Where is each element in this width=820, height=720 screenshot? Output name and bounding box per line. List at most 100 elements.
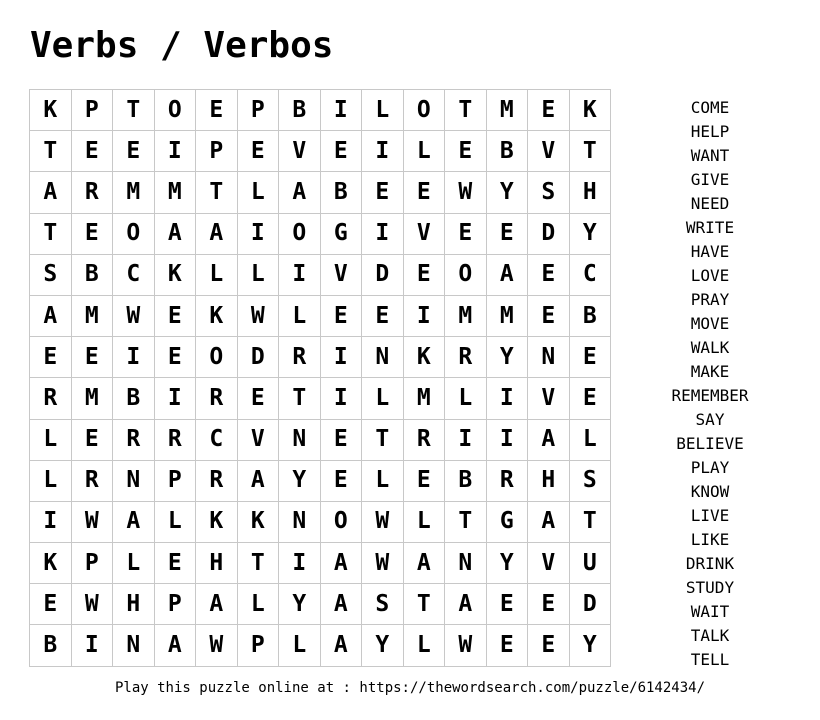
grid-cell[interactable]: S	[568, 459, 611, 502]
grid-cell[interactable]: M	[485, 294, 528, 338]
grid-cell[interactable]: T	[29, 212, 72, 255]
grid-cell[interactable]: A	[527, 500, 570, 544]
grid-cell[interactable]: V	[527, 377, 570, 420]
grid-cell[interactable]: M	[153, 171, 196, 214]
grid-cell[interactable]: E	[527, 294, 570, 338]
grid-cell[interactable]: B	[444, 459, 487, 502]
grid-cell[interactable]: I	[278, 542, 321, 585]
grid-cell[interactable]: N	[278, 500, 321, 544]
grid-cell[interactable]: E	[195, 88, 238, 132]
grid-cell[interactable]: E	[402, 253, 445, 296]
grid-cell[interactable]: K	[195, 500, 238, 544]
grid-cell[interactable]: R	[70, 459, 113, 502]
grid-cell[interactable]: R	[485, 459, 528, 502]
grid-cell[interactable]: P	[236, 624, 279, 667]
grid-cell[interactable]: R	[278, 336, 321, 379]
grid-cell[interactable]: I	[70, 624, 113, 667]
grid-cell[interactable]: I	[153, 130, 196, 173]
grid-cell[interactable]: R	[70, 171, 113, 214]
grid-cell[interactable]: R	[402, 418, 445, 461]
grid-cell[interactable]: I	[319, 88, 362, 132]
grid-cell[interactable]: A	[485, 253, 528, 296]
grid-cell[interactable]: R	[195, 459, 238, 502]
grid-cell[interactable]: K	[568, 88, 611, 132]
grid-cell[interactable]: L	[278, 624, 321, 667]
grid-cell[interactable]: Y	[278, 583, 321, 626]
grid-cell[interactable]: E	[568, 377, 611, 420]
grid-cell[interactable]: P	[195, 130, 238, 173]
grid-cell[interactable]: V	[527, 130, 570, 173]
grid-cell[interactable]: D	[236, 336, 279, 379]
grid-cell[interactable]: E	[70, 418, 113, 461]
grid-cell[interactable]: N	[527, 336, 570, 379]
grid-cell[interactable]: A	[153, 212, 196, 255]
grid-cell[interactable]: I	[485, 377, 528, 420]
grid-cell[interactable]: M	[485, 88, 528, 132]
grid-cell[interactable]: S	[361, 583, 404, 626]
grid-cell[interactable]: A	[29, 294, 72, 338]
grid-cell[interactable]: C	[568, 253, 611, 296]
grid-cell[interactable]: M	[70, 294, 113, 338]
grid-cell[interactable]: E	[402, 171, 445, 214]
grid-cell[interactable]: P	[153, 583, 196, 626]
grid-cell[interactable]: O	[195, 336, 238, 379]
grid-cell[interactable]: L	[29, 459, 72, 502]
grid-cell[interactable]: E	[70, 212, 113, 255]
grid-cell[interactable]: B	[319, 171, 362, 214]
grid-cell[interactable]: I	[319, 336, 362, 379]
grid-cell[interactable]: A	[319, 624, 362, 667]
grid-cell[interactable]: A	[153, 624, 196, 667]
grid-cell[interactable]: T	[112, 88, 155, 132]
grid-cell[interactable]: T	[402, 583, 445, 626]
grid-cell[interactable]: I	[485, 418, 528, 461]
grid-cell[interactable]: P	[70, 542, 113, 585]
grid-cell[interactable]: O	[402, 88, 445, 132]
grid-cell[interactable]: I	[361, 212, 404, 255]
grid-cell[interactable]: B	[568, 294, 611, 338]
grid-cell[interactable]: A	[444, 583, 487, 626]
grid-cell[interactable]: T	[444, 88, 487, 132]
grid-cell[interactable]: C	[195, 418, 238, 461]
grid-cell[interactable]: T	[278, 377, 321, 420]
grid-cell[interactable]: E	[153, 542, 196, 585]
grid-cell[interactable]: R	[112, 418, 155, 461]
grid-cell[interactable]: R	[29, 377, 72, 420]
grid-cell[interactable]: M	[402, 377, 445, 420]
grid-cell[interactable]: T	[236, 542, 279, 585]
grid-cell[interactable]: A	[402, 542, 445, 585]
grid-cell[interactable]: K	[236, 500, 279, 544]
grid-cell[interactable]: N	[444, 542, 487, 585]
grid-cell[interactable]: E	[527, 583, 570, 626]
grid-cell[interactable]: W	[236, 294, 279, 338]
grid-cell[interactable]: E	[70, 336, 113, 379]
grid-cell[interactable]: W	[70, 583, 113, 626]
grid-cell[interactable]: L	[29, 418, 72, 461]
grid-cell[interactable]: O	[153, 88, 196, 132]
grid-cell[interactable]: A	[278, 171, 321, 214]
grid-cell[interactable]: M	[112, 171, 155, 214]
grid-cell[interactable]: K	[29, 542, 72, 585]
grid-cell[interactable]: I	[29, 500, 72, 544]
grid-cell[interactable]: T	[568, 130, 611, 173]
grid-cell[interactable]: E	[568, 336, 611, 379]
grid-cell[interactable]: B	[278, 88, 321, 132]
grid-cell[interactable]: P	[70, 88, 113, 132]
grid-cell[interactable]: E	[527, 88, 570, 132]
grid-cell[interactable]: Y	[278, 459, 321, 502]
grid-cell[interactable]: U	[568, 542, 611, 585]
grid-cell[interactable]: P	[236, 88, 279, 132]
grid-cell[interactable]: I	[361, 130, 404, 173]
grid-cell[interactable]: T	[568, 500, 611, 544]
grid-cell[interactable]: N	[361, 336, 404, 379]
grid-cell[interactable]: I	[112, 336, 155, 379]
grid-cell[interactable]: E	[153, 294, 196, 338]
grid-cell[interactable]: H	[112, 583, 155, 626]
grid-cell[interactable]: E	[361, 171, 404, 214]
grid-cell[interactable]: L	[278, 294, 321, 338]
grid-cell[interactable]: L	[361, 377, 404, 420]
grid-cell[interactable]: R	[153, 418, 196, 461]
grid-cell[interactable]: D	[527, 212, 570, 255]
grid-cell[interactable]: B	[485, 130, 528, 173]
grid-cell[interactable]: K	[153, 253, 196, 296]
grid-cell[interactable]: S	[29, 253, 72, 296]
